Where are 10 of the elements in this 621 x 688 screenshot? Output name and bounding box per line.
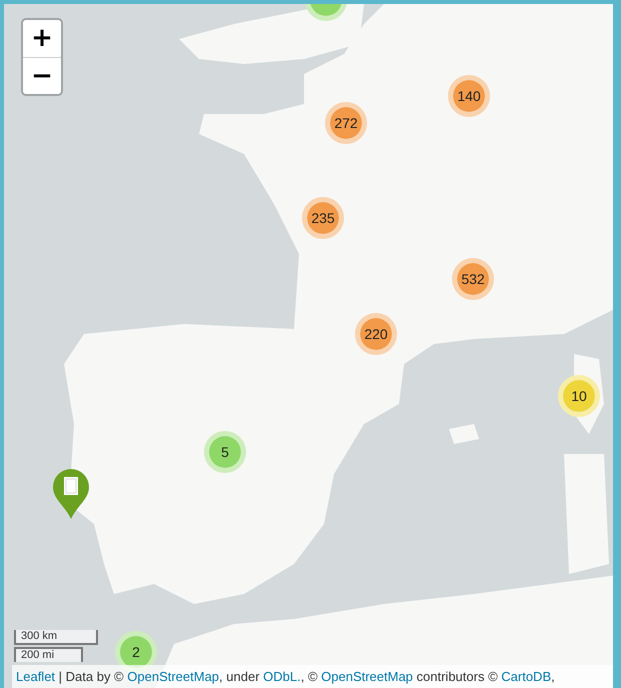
zoom-in-button[interactable]: + [23, 20, 61, 57]
attribution-link[interactable]: CartoDB [501, 669, 552, 684]
attribution-link[interactable]: OpenStreetMap [321, 669, 413, 684]
attribution-link[interactable]: Leaflet [16, 669, 56, 684]
zoom-out-button[interactable]: − [23, 57, 61, 94]
attribution-text: Leaflet | Data by © OpenStreetMap, under ODbL., © OpenStreetMap contributors © CartoDB, [12, 665, 613, 688]
scale-bar: 200 mi [14, 647, 83, 662]
book-pin-icon[interactable] [52, 468, 90, 520]
scale-bar: 300 km [14, 630, 98, 645]
attribution-link[interactable]: ODbL. [263, 669, 301, 684]
